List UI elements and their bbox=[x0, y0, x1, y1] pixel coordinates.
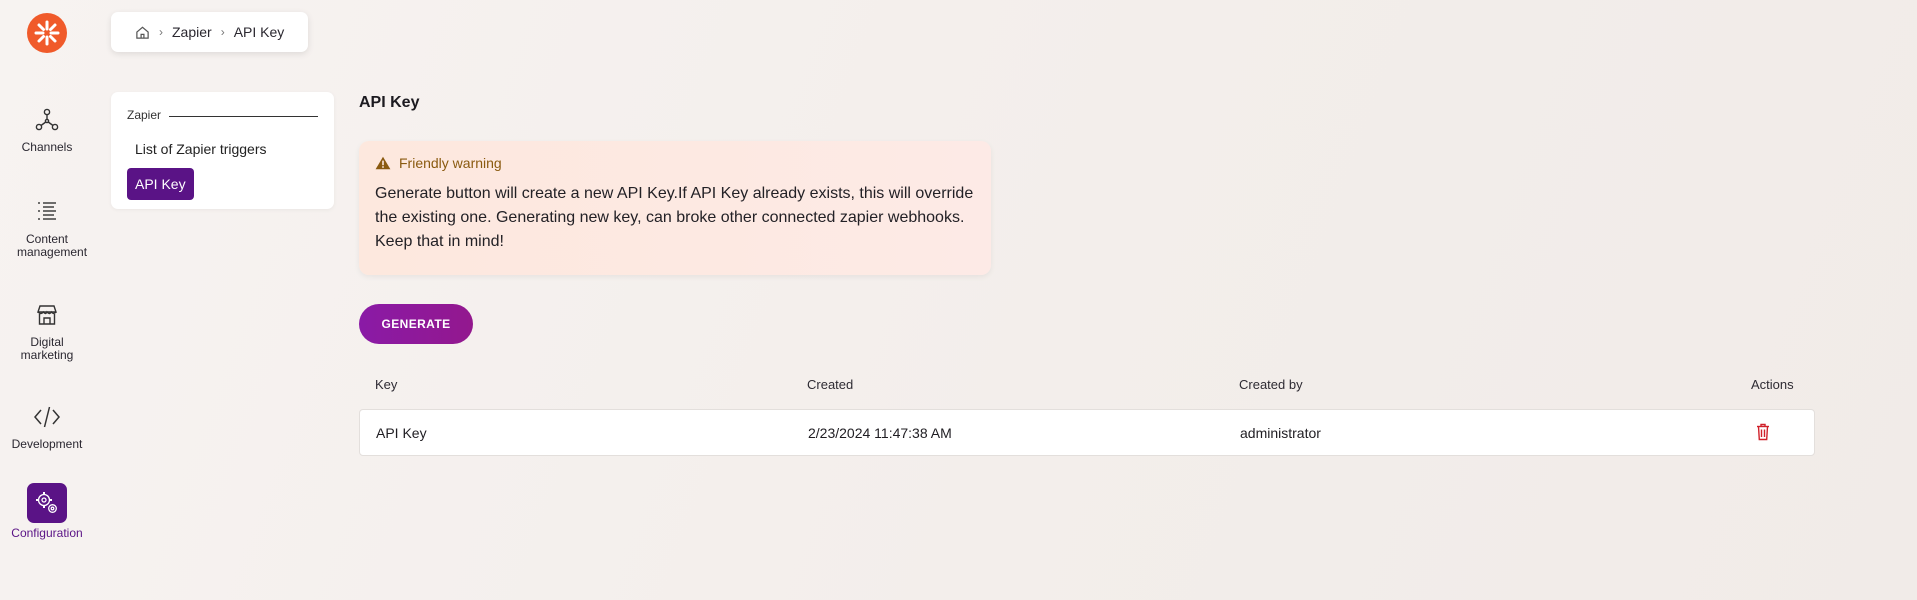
content-icon bbox=[30, 195, 64, 229]
page-title: API Key bbox=[359, 94, 420, 111]
sidebar-item-label: Content management bbox=[17, 232, 88, 259]
sidebar-item-label: Development bbox=[11, 437, 83, 451]
chevron-right-icon: › bbox=[220, 25, 225, 39]
sidebar-item-label: Channels bbox=[21, 140, 73, 154]
code-icon bbox=[30, 400, 64, 434]
cell-created-by: administrator bbox=[1240, 425, 1321, 441]
warning-header: Friendly warning bbox=[375, 155, 975, 171]
generate-button[interactable]: GENERATE bbox=[359, 304, 473, 344]
table-row: API Key 2/23/2024 11:47:38 AM administra… bbox=[359, 409, 1815, 456]
subnav-item-api-key[interactable]: API Key bbox=[127, 168, 194, 200]
home-icon[interactable] bbox=[135, 25, 150, 40]
sidebar-item-digital-marketing[interactable]: Digital marketing bbox=[0, 298, 94, 362]
store-icon bbox=[30, 298, 64, 332]
sidebar-item-label: Digital marketing bbox=[20, 335, 74, 362]
sidebar-item-configuration[interactable]: Configuration bbox=[0, 483, 94, 540]
sidebar-item-content-management[interactable]: Content management bbox=[0, 195, 94, 259]
sub-navigation: Zapier List of Zapier triggers API Key bbox=[111, 92, 334, 209]
cell-key: API Key bbox=[376, 425, 427, 441]
delete-icon[interactable] bbox=[1756, 423, 1770, 446]
warning-triangle-icon bbox=[375, 156, 391, 170]
warning-callout: Friendly warning Generate button will cr… bbox=[359, 141, 991, 275]
warning-text: Generate button will create a new API Ke… bbox=[375, 185, 974, 250]
app-root: Channels Content management Digital mark… bbox=[0, 0, 1917, 600]
subnav-group-label: Zapier bbox=[127, 108, 162, 122]
breadcrumb: › Zapier › API Key bbox=[111, 12, 308, 52]
divider bbox=[169, 116, 318, 117]
subnav-group-header: Zapier bbox=[127, 108, 318, 122]
sidebar-item-channels[interactable]: Channels bbox=[0, 103, 94, 154]
breadcrumb-item-current: API Key bbox=[233, 24, 285, 40]
column-header-key: Key bbox=[375, 377, 398, 392]
subnav-item-zapier-triggers[interactable]: List of Zapier triggers bbox=[135, 141, 267, 157]
channels-icon bbox=[30, 103, 64, 137]
column-header-created-by: Created by bbox=[1239, 377, 1303, 392]
cell-created: 2/23/2024 11:47:38 AM bbox=[808, 425, 952, 441]
warning-title: Friendly warning bbox=[399, 155, 502, 171]
kentico-logo-icon[interactable] bbox=[27, 13, 67, 53]
column-header-created: Created bbox=[807, 377, 854, 392]
gear-icon bbox=[27, 483, 67, 523]
breadcrumb-item-zapier[interactable]: Zapier bbox=[172, 24, 212, 40]
sidebar-item-development[interactable]: Development bbox=[0, 400, 94, 451]
chevron-right-icon: › bbox=[159, 25, 163, 39]
column-header-actions: Actions bbox=[1751, 377, 1794, 392]
left-rail: Channels Content management Digital mark… bbox=[0, 0, 94, 600]
sidebar-item-label: Configuration bbox=[11, 526, 83, 540]
